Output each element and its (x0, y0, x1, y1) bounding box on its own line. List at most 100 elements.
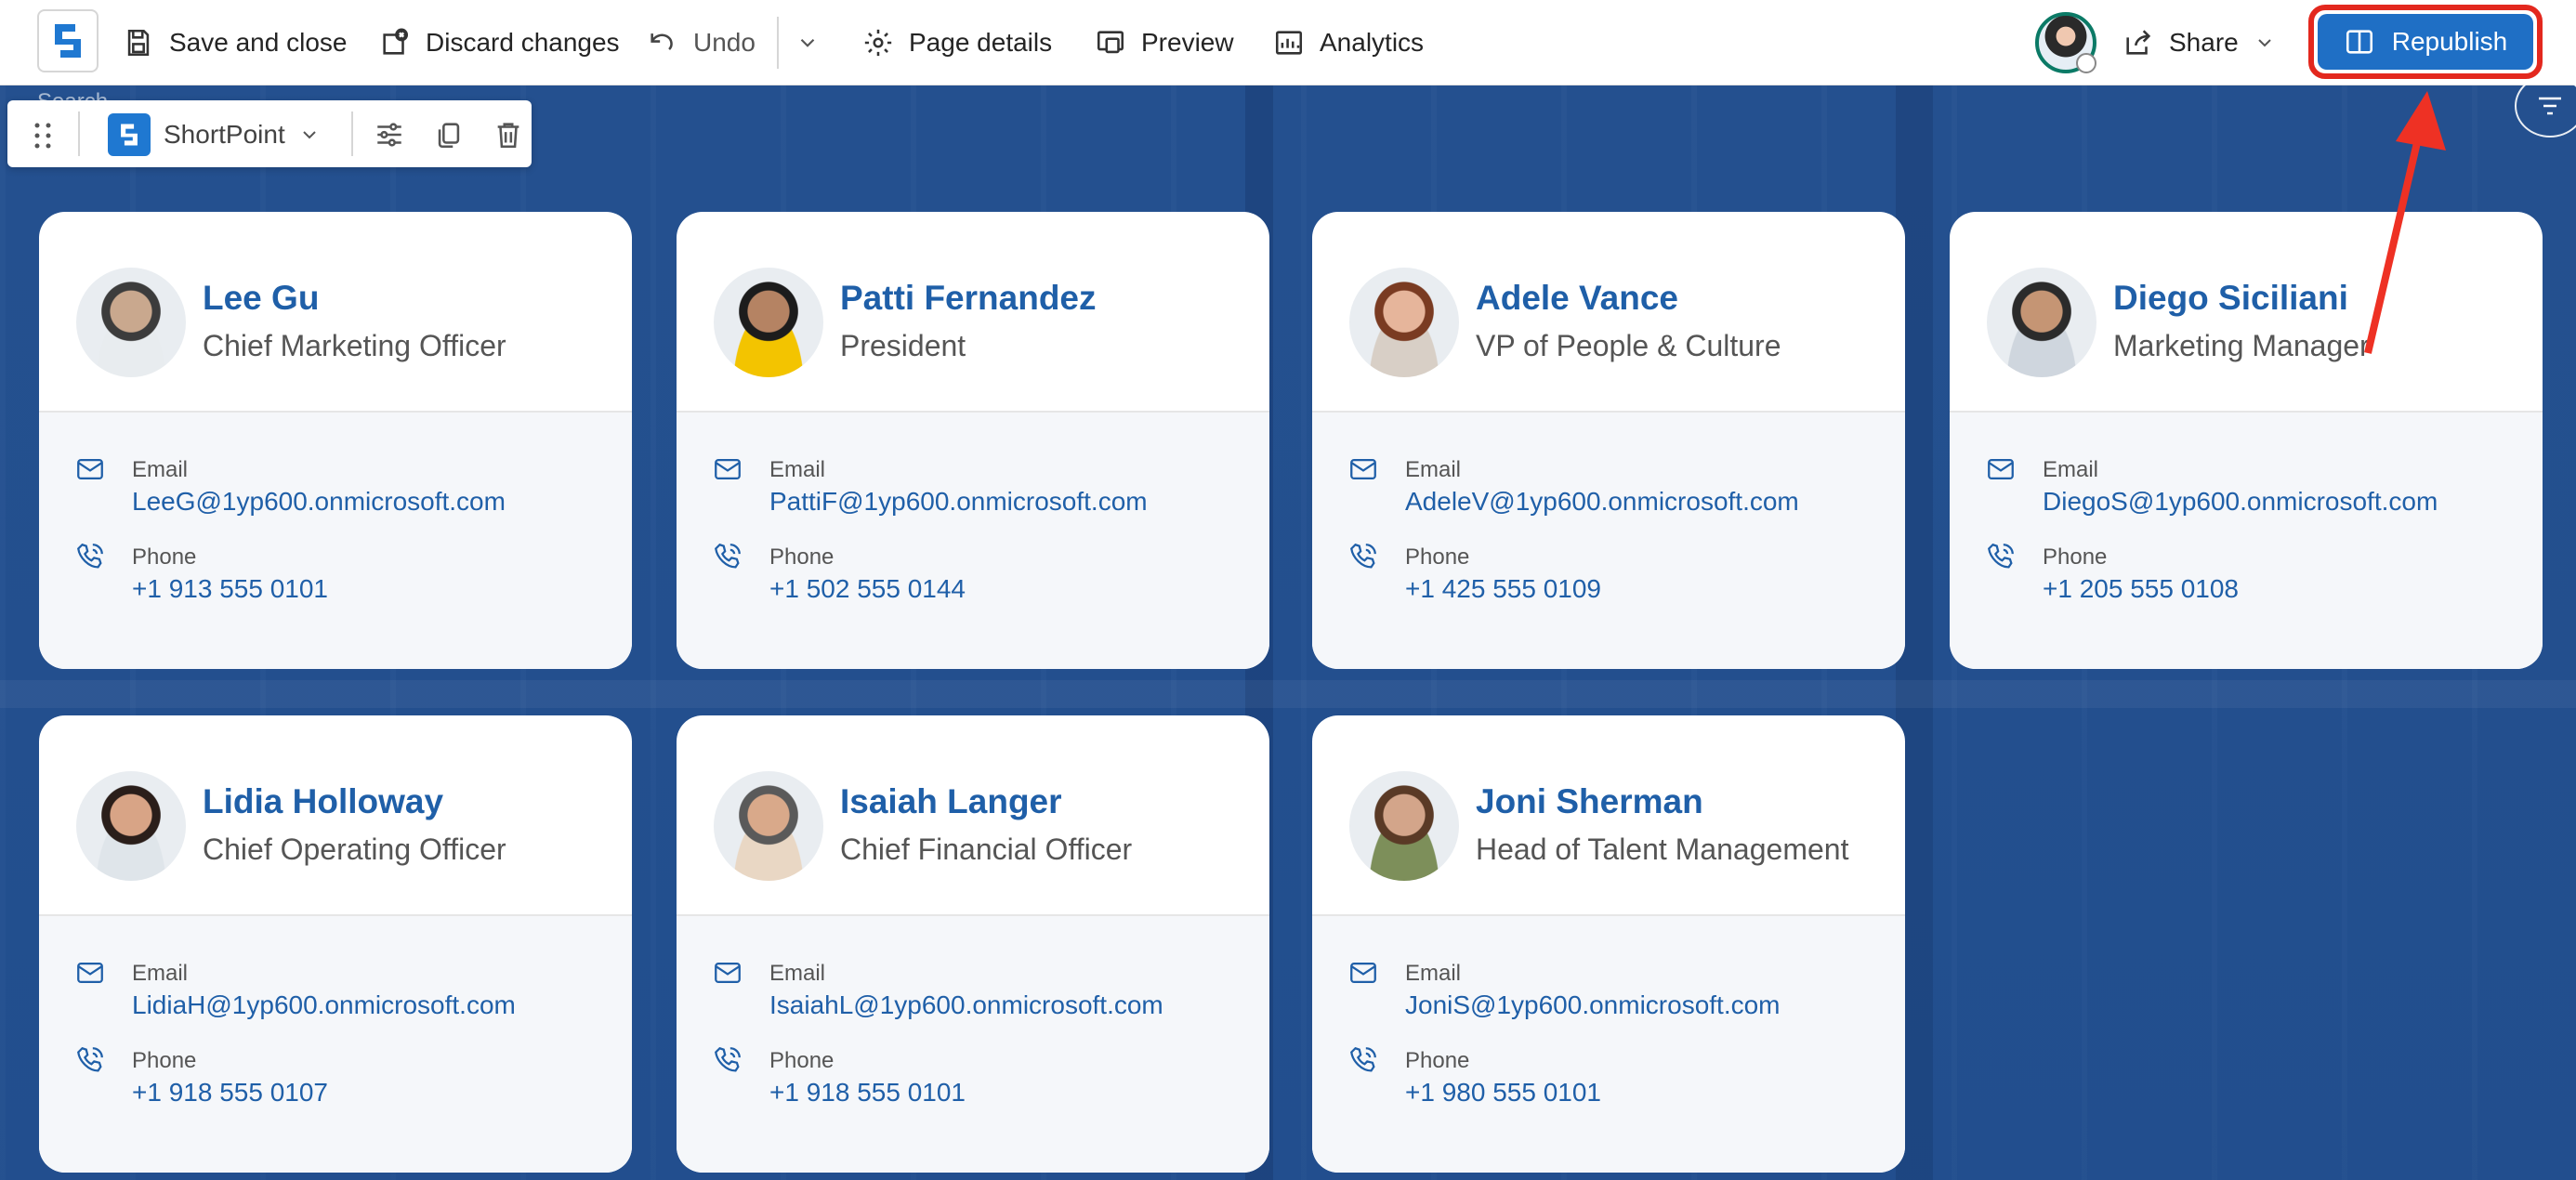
person-card[interactable]: Lee Gu Chief Marketing Officer Email LeeG@1… (39, 212, 632, 669)
save-icon (127, 29, 150, 57)
email-label: Email (1405, 457, 1462, 482)
undo-dropdown-button[interactable] (795, 19, 820, 67)
person-title: VP of People & Culture (1476, 329, 1781, 362)
phone-link[interactable]: +1 980 555 0101 (1405, 1078, 1601, 1108)
phone-label: Phone (769, 1048, 835, 1073)
person-card[interactable]: Lidia Holloway Chief Operating Officer Ema… (39, 715, 632, 1173)
undo-label: Undo (693, 28, 756, 57)
person-photo (714, 268, 823, 377)
mail-icon (1347, 957, 1379, 989)
card-contact: Email LeeG@1yp600.onmicrosoft.com Phone +1 … (39, 413, 632, 669)
card-contact: Email PattiF@1yp600.onmicrosoft.com Phone +… (677, 413, 1269, 669)
person-card[interactable]: Isaiah Langer Chief Financial Officer Emai… (677, 715, 1269, 1173)
phone-label: Phone (132, 544, 197, 570)
filter-button[interactable] (2515, 74, 2576, 138)
share-label: Share (2169, 28, 2239, 57)
person-name[interactable]: Patti Fernandez (840, 279, 1097, 318)
republish-highlight: Republish (2308, 5, 2543, 79)
email-link[interactable]: AdeleV@1yp600.onmicrosoft.com (1405, 487, 1799, 517)
email-link[interactable]: PattiF@1yp600.onmicrosoft.com (769, 487, 1148, 517)
undo-button[interactable]: Undo (647, 19, 756, 67)
bg-decor (0, 680, 2576, 708)
email-label: Email (2043, 457, 2099, 482)
card-contact: Email IsaiahL@1yp600.onmicrosoft.com Phone… (677, 916, 1269, 1173)
mail-icon (74, 453, 106, 485)
share-button[interactable]: Share (2123, 19, 2276, 67)
phone-label: Phone (769, 544, 835, 570)
person-card[interactable]: Patti Fernandez President Email PattiF@1yp6… (677, 212, 1269, 669)
toolbar-divider (78, 111, 80, 156)
webpart-selector[interactable]: ShortPoint (108, 113, 321, 156)
person-name[interactable]: Adele Vance (1476, 279, 1678, 318)
card-header: Lidia Holloway Chief Operating Officer (39, 715, 632, 916)
person-title: President (840, 329, 966, 362)
settings-sliders-icon[interactable] (374, 119, 405, 151)
phone-link[interactable]: +1 918 555 0101 (769, 1078, 966, 1108)
person-title: Marketing Manager (2113, 329, 2370, 362)
email-link[interactable]: IsaiahL@1yp600.onmicrosoft.com (769, 990, 1163, 1020)
analytics-button[interactable]: Analytics (1273, 19, 1424, 67)
person-title: Chief Financial Officer (840, 833, 1133, 866)
page-details-label: Page details (909, 28, 1053, 57)
person-photo (76, 268, 186, 377)
phone-link[interactable]: +1 425 555 0109 (1405, 574, 1601, 604)
card-header: Lee Gu Chief Marketing Officer (39, 212, 632, 413)
preview-button[interactable]: Preview (1095, 19, 1234, 67)
phone-label: Phone (132, 1048, 197, 1073)
card-header: Joni Sherman Head of Talent Management (1312, 715, 1905, 916)
save-and-close-button[interactable]: Save and close (123, 19, 347, 67)
analytics-icon (1275, 31, 1303, 55)
drag-handle-icon[interactable] (32, 121, 54, 151)
person-name[interactable]: Lidia Holloway (203, 782, 443, 821)
card-contact: Email JoniS@1yp600.onmicrosoft.com Phone +1… (1312, 916, 1905, 1173)
preview-icon (1097, 31, 1124, 54)
filter-icon (2539, 97, 2561, 115)
person-name[interactable]: Joni Sherman (1476, 782, 1703, 821)
share-icon (2126, 30, 2151, 55)
webpart-name: ShortPoint (164, 120, 285, 149)
toolbar-divider (351, 111, 353, 156)
phone-link[interactable]: +1 205 555 0108 (2043, 574, 2239, 604)
email-link[interactable]: DiegoS@1yp600.onmicrosoft.com (2043, 487, 2438, 517)
person-name[interactable]: Lee Gu (203, 279, 319, 318)
gear-icon (864, 29, 892, 57)
person-card[interactable]: Joni Sherman Head of Talent Management Ema… (1312, 715, 1905, 1173)
email-label: Email (769, 457, 826, 482)
person-name[interactable]: Isaiah Langer (840, 782, 1062, 821)
phone-label: Phone (2043, 544, 2108, 570)
user-avatar[interactable] (2035, 12, 2096, 73)
card-contact: Email LidiaH@1yp600.onmicrosoft.com Phone +… (39, 916, 632, 1173)
chevron-down-icon (303, 131, 316, 139)
analytics-label: Analytics (1320, 28, 1425, 57)
delete-icon[interactable] (493, 119, 524, 151)
card-header: Isaiah Langer Chief Financial Officer (677, 715, 1269, 916)
person-card[interactable]: Diego Siciliani Marketing Manager Email Die… (1950, 212, 2543, 669)
email-label: Email (1405, 961, 1462, 986)
phone-icon (74, 541, 106, 572)
email-link[interactable]: LidiaH@1yp600.onmicrosoft.com (132, 990, 516, 1020)
email-label: Email (132, 457, 189, 482)
phone-link[interactable]: +1 918 555 0107 (132, 1078, 328, 1108)
republish-button[interactable]: Republish (2318, 14, 2533, 70)
phone-label: Phone (1405, 1048, 1470, 1073)
card-contact: Email DiegoS@1yp600.onmicrosoft.com Phone +… (1950, 413, 2543, 669)
app-logo[interactable] (37, 9, 99, 72)
duplicate-icon[interactable] (433, 119, 465, 151)
phone-link[interactable]: +1 502 555 0144 (769, 574, 966, 604)
card-header: Adele Vance VP of People & Culture (1312, 212, 1905, 413)
email-label: Email (769, 961, 826, 986)
discard-changes-button[interactable]: Discard changes (379, 19, 620, 67)
email-link[interactable]: JoniS@1yp600.onmicrosoft.com (1405, 990, 1781, 1020)
discard-changes-label: Discard changes (426, 28, 620, 57)
phone-link[interactable]: +1 913 555 0101 (132, 574, 328, 604)
person-card[interactable]: Adele Vance VP of People & Culture Email Ad… (1312, 212, 1905, 669)
save-and-close-label: Save and close (169, 28, 348, 57)
edit-toolbar: Save and close Discard changes Undo Page… (0, 0, 2576, 85)
person-photo (76, 771, 186, 881)
page-details-button[interactable]: Page details (862, 19, 1052, 67)
mail-icon (712, 453, 743, 485)
phone-icon (1347, 1044, 1379, 1076)
person-name[interactable]: Diego Siciliani (2113, 279, 2348, 318)
shortpoint-logo-icon (108, 113, 151, 156)
email-link[interactable]: LeeG@1yp600.onmicrosoft.com (132, 487, 506, 517)
